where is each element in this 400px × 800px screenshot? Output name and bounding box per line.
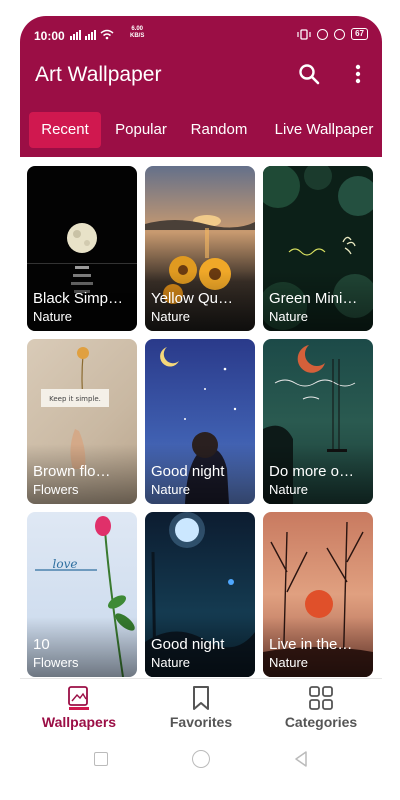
tab-random[interactable]: Random — [184, 112, 254, 148]
tab-popular[interactable]: Popular — [108, 112, 174, 148]
wallpaper-title: Do more o… — [269, 463, 355, 480]
search-icon[interactable] — [298, 63, 320, 85]
wallpaper-card[interactable]: Good night Nature — [145, 339, 255, 504]
recents-button[interactable] — [94, 752, 108, 766]
nav-label: Wallpapers — [41, 714, 117, 730]
wallpaper-card[interactable]: Black Simp… Nature — [27, 166, 137, 331]
alarm-icon — [334, 28, 346, 40]
wallpaper-title: Good night — [151, 636, 225, 653]
wallpaper-category: Nature — [269, 482, 309, 497]
tab-bar: Recent Popular Random Live Wallpaper — [20, 112, 382, 148]
wallpaper-title: 10 — [33, 636, 50, 653]
wallpaper-card[interactable]: Yellow Qu… Nature — [145, 166, 255, 331]
status-icons: 67 — [297, 28, 368, 40]
more-vert-icon[interactable] — [350, 63, 366, 85]
wallpaper-card[interactable]: Live in the… Nature — [263, 512, 373, 677]
vibrate-icon — [297, 28, 311, 40]
svg-text:Keep it simple.: Keep it simple. — [49, 395, 101, 403]
status-bar: 10:00 6.00 KB/S 67 — [20, 16, 382, 52]
wallpaper-card[interactable]: Do more o… Nature — [263, 339, 373, 504]
tab-live-wallpaper[interactable]: Live Wallpaper — [266, 112, 382, 148]
status-time: 10:00 — [34, 29, 65, 43]
bottom-navigation: Wallpapers Favorites Categories — [20, 678, 382, 738]
wallpaper-title: Good night — [151, 463, 225, 480]
bookmark-icon — [193, 686, 209, 710]
app-header: 10:00 6.00 KB/S 67 Art Wallpaper Recent … — [20, 16, 382, 157]
wallpaper-category: Nature — [151, 309, 191, 324]
svg-text:love: love — [53, 557, 78, 571]
wallpaper-title: Black Simp… — [33, 290, 124, 307]
wallpaper-card[interactable]: love 10 Flowers — [27, 512, 137, 677]
wallpaper-title: Live in the… — [269, 636, 353, 653]
wallpaper-category: Nature — [151, 655, 191, 670]
wallpaper-title: Brown flo… — [33, 463, 111, 480]
back-button[interactable] — [292, 750, 310, 768]
wallpaper-title: Green Mini… — [269, 290, 358, 307]
grid-icon — [309, 686, 333, 710]
signal-icon — [70, 28, 114, 40]
wallpaper-card[interactable]: Keep it simple. Brown flo… Flowers — [27, 339, 137, 504]
wallpaper-card[interactable]: Green Mini… Nature — [263, 166, 373, 331]
wallpaper-category: Flowers — [33, 482, 79, 497]
nav-label: Favorites — [169, 714, 233, 730]
wallpaper-category: Nature — [269, 309, 309, 324]
phone-screen: 10:00 6.00 KB/S 67 Art Wallpaper Recent … — [20, 16, 382, 800]
network-speed: 6.00 KB/S — [130, 26, 145, 39]
page-title: Art Wallpaper — [35, 63, 162, 86]
tab-recent[interactable]: Recent — [29, 112, 101, 148]
system-navigation-bar — [20, 744, 382, 784]
nav-label: Categories — [284, 714, 358, 730]
data-saver-icon — [317, 28, 329, 40]
home-button[interactable] — [192, 750, 210, 768]
wallpaper-category: Flowers — [33, 655, 79, 670]
nav-categories[interactable]: Categories — [266, 685, 376, 730]
wallpaper-title: Yellow Qu… — [151, 290, 233, 307]
wifi-icon — [100, 29, 114, 40]
battery-icon: 67 — [351, 28, 368, 40]
nav-wallpapers[interactable]: Wallpapers — [24, 685, 134, 730]
wallpaper-category: Nature — [33, 309, 73, 324]
wallpaper-category: Nature — [151, 482, 191, 497]
wallpaper-card[interactable]: Good night Nature — [145, 512, 255, 677]
wallpaper-icon — [68, 686, 89, 710]
wallpaper-category: Nature — [269, 655, 309, 670]
nav-favorites[interactable]: Favorites — [146, 685, 256, 730]
